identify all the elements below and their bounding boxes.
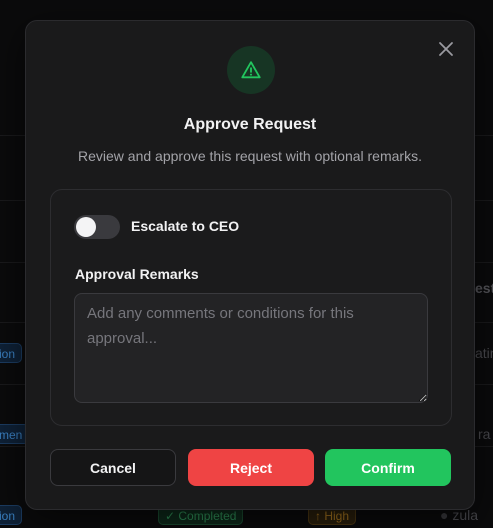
warning-triangle-icon: [241, 61, 261, 79]
check-circle-icon: ✓: [165, 509, 179, 523]
escalate-toggle[interactable]: [74, 215, 120, 239]
table-cell: ra: [478, 426, 491, 442]
status-badge: ion: [0, 505, 23, 525]
toggle-knob: [76, 217, 96, 237]
cancel-button[interactable]: Cancel: [50, 449, 176, 486]
remarks-textarea[interactable]: [74, 293, 428, 403]
confirm-button[interactable]: Confirm: [325, 449, 451, 486]
warning-badge: [227, 46, 275, 94]
status-badge-label: Completed: [178, 509, 237, 523]
reject-button[interactable]: Reject: [188, 449, 314, 486]
status-badge: ion: [0, 343, 23, 363]
table-cell: atin: [475, 345, 493, 361]
close-icon[interactable]: [436, 39, 456, 59]
arrow-up-icon: ↑: [315, 509, 325, 523]
priority-badge-label: High: [324, 509, 350, 523]
dialog-title: Approve Request: [183, 116, 317, 133]
column-header: est: [475, 280, 493, 296]
approval-options-card: Escalate to CEO Approval Remarks: [50, 189, 452, 426]
dialog-subtitle: Review and approve this request with opt…: [78, 148, 422, 164]
escalate-toggle-label: Escalate to CEO: [131, 218, 240, 234]
approve-request-dialog: Approve Request Review and approve this …: [25, 20, 475, 510]
remarks-label: Approval Remarks: [75, 266, 199, 282]
